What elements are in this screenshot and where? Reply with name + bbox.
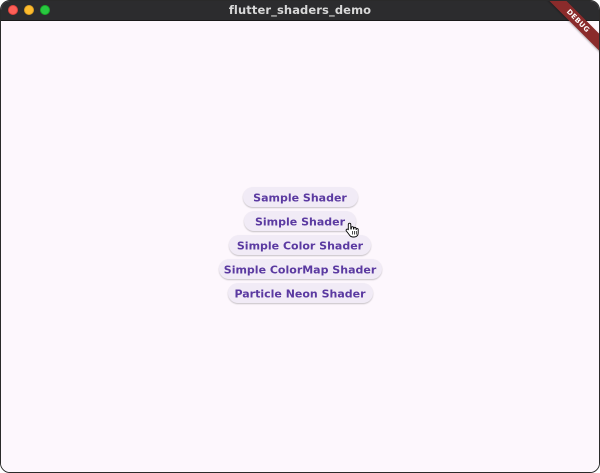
title-bar: flutter_shaders_demo — [1, 1, 599, 21]
hand-pointer-icon — [345, 222, 359, 238]
app-window: flutter_shaders_demo Sample Shader Simpl… — [0, 0, 600, 473]
button-label: Simple Color Shader — [236, 239, 364, 252]
button-label: Simple ColorMap Shader — [223, 263, 377, 276]
shader-button-list: Sample Shader Simple Shader Simple Color… — [1, 187, 599, 303]
particle-neon-shader-button[interactable]: Particle Neon Shader — [227, 283, 373, 303]
window-title: flutter_shaders_demo — [228, 3, 372, 17]
button-label: Simple Shader — [254, 215, 346, 228]
simple-colormap-shader-button[interactable]: Simple ColorMap Shader — [218, 259, 382, 279]
sample-shader-button[interactable]: Sample Shader — [242, 187, 358, 207]
simple-color-shader-button[interactable]: Simple Color Shader — [229, 235, 371, 255]
simple-shader-button[interactable]: Simple Shader — [244, 211, 356, 231]
button-label: Sample Shader — [253, 191, 347, 204]
main-content: Sample Shader Simple Shader Simple Color… — [1, 21, 599, 472]
button-label: Particle Neon Shader — [234, 287, 366, 300]
